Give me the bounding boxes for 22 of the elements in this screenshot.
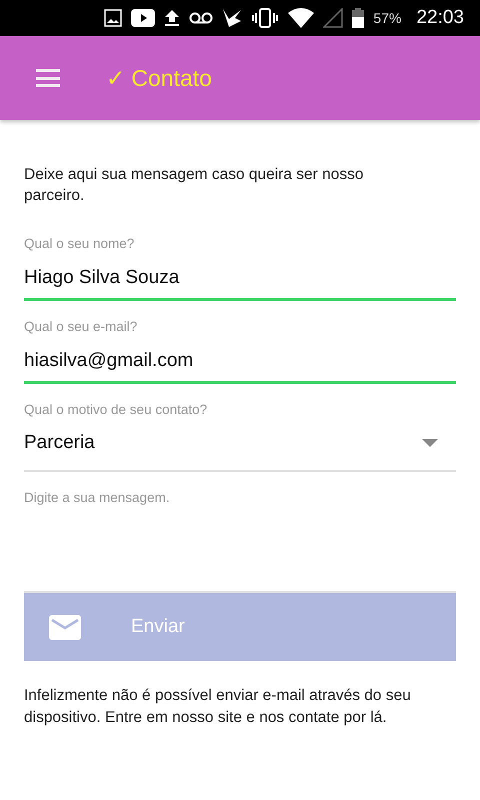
dropdown-field[interactable]: Parceria	[24, 432, 456, 454]
page-title: ✓ Contato	[106, 64, 212, 92]
voicemail-icon	[189, 12, 214, 24]
battery-level: 57%	[373, 10, 402, 26]
vibrate-icon	[251, 8, 280, 28]
caret-icon	[422, 439, 438, 447]
input-field[interactable]: hiasilva@gmail.com	[24, 350, 456, 372]
envelope-icon	[49, 614, 81, 640]
field-label: Qual o seu nome?	[24, 236, 136, 251]
field-label: Qual o motivo de seu contato?	[24, 402, 208, 417]
play-icon	[131, 9, 156, 27]
menu-icon[interactable]	[36, 69, 60, 87]
battery-icon	[352, 8, 364, 28]
notice-text: Infelizmente não é possível enviar e-mail através do seu dispositivo. Entre em nosso site e nos contate por lá.	[24, 686, 412, 728]
upload-icon	[164, 9, 180, 27]
wifi-icon	[288, 8, 314, 28]
signal-icon	[323, 8, 344, 28]
image-icon	[104, 9, 122, 27]
field-label: Qual o seu e-mail?	[24, 319, 138, 334]
intro-text: Deixe aqui sua mensagem caso queira ser nosso parceiro.	[24, 165, 364, 206]
input-field[interactable]: Hiago Silva Souza	[24, 267, 456, 289]
clock: 22:03	[416, 7, 464, 29]
